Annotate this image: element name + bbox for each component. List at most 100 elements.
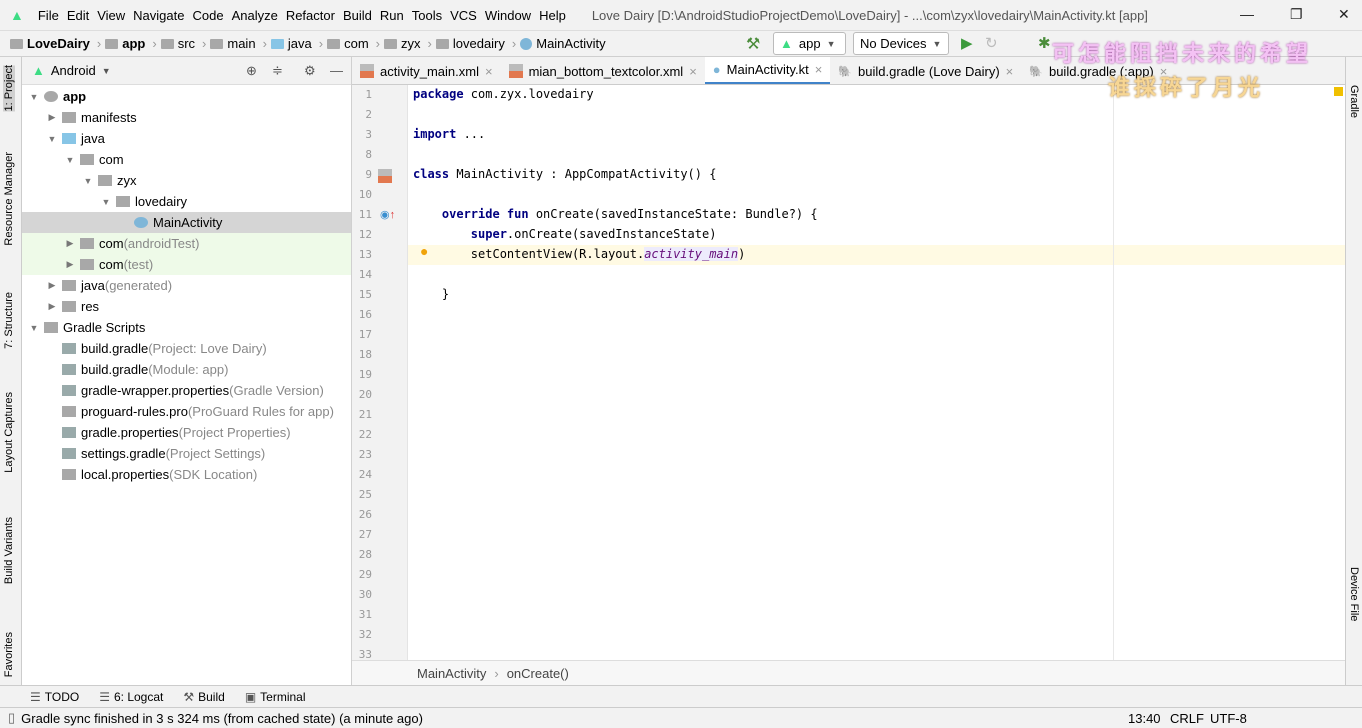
menu-navigate[interactable]: Navigate (129, 8, 188, 23)
editor-tab[interactable]: activity_main.xml × (352, 57, 501, 84)
debug-icon[interactable]: ✱ (1038, 34, 1051, 52)
tree-item[interactable]: ▼ com (22, 149, 351, 170)
run-icon[interactable]: ▶ (961, 34, 973, 52)
tool-window--logcat[interactable]: ☰ 6: Logcat (99, 690, 163, 704)
tree-item[interactable]: local.properties (SDK Location) (22, 464, 351, 485)
tool-tab--structure[interactable]: 7: Structure (3, 292, 15, 349)
menu-vcs[interactable]: VCS (446, 8, 481, 23)
chevron-down-icon[interactable]: ▼ (28, 92, 40, 102)
nav-crumb[interactable]: lovedairy › (435, 36, 516, 51)
tree-item[interactable]: build.gradle (Module: app) (22, 359, 351, 380)
maximize-button[interactable]: ❐ (1290, 6, 1303, 23)
tree-item[interactable]: ▶ manifests (22, 107, 351, 128)
run-config-label: app (798, 36, 821, 51)
nav-crumb[interactable]: app › (105, 36, 157, 51)
run-config-dropdown[interactable]: ▲ app ▼ (773, 32, 846, 55)
status-bar: ▯ Gradle sync finished in 3 s 324 ms (fr… (0, 707, 1362, 728)
locate-icon[interactable]: ⊕ (246, 63, 257, 79)
tree-item[interactable]: proguard-rules.pro (ProGuard Rules for a… (22, 401, 351, 422)
hide-icon[interactable]: — (330, 63, 343, 78)
editor-tab[interactable]: ● MainActivity.kt × (704, 57, 831, 84)
tool-tab-favorites[interactable]: Favorites (3, 632, 15, 677)
tool-window-build[interactable]: ⚒ Build (183, 690, 224, 704)
tree-item[interactable]: ▶ com (test) (22, 254, 351, 275)
override-gutter-icon[interactable]: ◉↑ (380, 208, 395, 221)
tree-item[interactable]: ▶ res (22, 296, 351, 317)
tree-item[interactable]: MainActivity (22, 212, 351, 233)
chevron-right-icon[interactable]: ▶ (46, 112, 58, 123)
nav-crumb[interactable]: LoveDairy › (10, 36, 101, 51)
tree-item[interactable]: ▼ lovedairy (22, 191, 351, 212)
line-separator[interactable]: CRLF (1170, 711, 1204, 726)
nav-crumb[interactable]: MainActivity (520, 36, 606, 51)
breadcrumb-class[interactable]: MainActivity (417, 666, 486, 681)
project-view-dropdown[interactable]: Android (51, 63, 96, 78)
close-tab-icon[interactable]: × (815, 62, 823, 77)
nav-crumb[interactable]: main › (210, 36, 267, 51)
code-editor[interactable]: 1 2 3 8 9 10 11 12 13 14 15 16 17 18 19 20 21 22 23 24 25 26 2… (352, 85, 1345, 660)
tool-window-todo[interactable]: ☰ TODO (30, 690, 79, 704)
menu-tools[interactable]: Tools (408, 8, 446, 23)
tool-tab-layout-captures[interactable]: Layout Captures (3, 392, 15, 473)
menu-refactor[interactable]: Refactor (282, 8, 339, 23)
apply-changes-icon[interactable]: ↻ (985, 34, 998, 52)
tree-item[interactable]: ▶ com (androidTest) (22, 233, 351, 254)
line-number: 19 (358, 368, 372, 381)
tool-tab--project[interactable]: 1: Project (3, 65, 15, 112)
chevron-right-icon[interactable]: ▶ (64, 238, 76, 249)
tree-item[interactable]: ▼ zyx (22, 170, 351, 191)
chevron-down-icon[interactable]: ▼ (46, 134, 58, 144)
close-tab-icon[interactable]: × (1006, 64, 1014, 79)
gear-icon[interactable]: ⚙ (304, 63, 316, 79)
tool-window-terminal[interactable]: ▣ Terminal (245, 690, 306, 704)
tree-item[interactable]: ▼ Gradle Scripts (22, 317, 351, 338)
editor-tab[interactable]: mian_bottom_textcolor.xml × (501, 57, 705, 84)
tree-item[interactable]: settings.gradle (Project Settings) (22, 443, 351, 464)
tree-item[interactable]: gradle.properties (Project Properties) (22, 422, 351, 443)
menu-analyze[interactable]: Analyze (228, 8, 282, 23)
menu-file[interactable]: File (34, 8, 63, 23)
chevron-right-icon[interactable]: ▶ (46, 301, 58, 312)
menu-code[interactable]: Code (188, 8, 227, 23)
build-hammer-icon[interactable]: ⚒ (746, 34, 760, 54)
nav-crumb[interactable]: com › (327, 36, 380, 51)
file-encoding[interactable]: UTF-8 (1210, 711, 1247, 726)
chevron-right-icon[interactable]: ▶ (46, 280, 58, 291)
menu-help[interactable]: Help (535, 8, 570, 23)
breadcrumb-method[interactable]: onCreate() (507, 666, 569, 681)
device-dropdown[interactable]: No Devices ▼ (853, 32, 949, 55)
tree-item[interactable]: ▼ java (22, 128, 351, 149)
layout-xml-gutter-icon[interactable] (378, 169, 392, 186)
close-button[interactable]: ✕ (1338, 6, 1350, 23)
device-file-tool-tab[interactable]: Device File (1348, 567, 1360, 621)
gradle-tool-tab[interactable]: Gradle (1348, 85, 1360, 118)
close-tab-icon[interactable]: × (689, 64, 697, 79)
tree-item[interactable]: build.gradle (Project: Love Dairy) (22, 338, 351, 359)
caret-position[interactable]: 13:40 (1128, 711, 1161, 726)
tree-item[interactable]: gradle-wrapper.properties (Gradle Versio… (22, 380, 351, 401)
chevron-right-icon[interactable]: ▶ (64, 259, 76, 270)
menu-window[interactable]: Window (481, 8, 535, 23)
chevron-down-icon[interactable]: ▼ (28, 323, 40, 333)
chevron-down-icon[interactable]: ▼ (100, 197, 112, 207)
tool-tab-resource-manager[interactable]: Resource Manager (3, 152, 15, 246)
editor-tab[interactable]: 🐘 build.gradle (Love Dairy) × (830, 57, 1021, 84)
collapse-all-icon[interactable]: ≑ (272, 63, 283, 79)
nav-crumb[interactable]: java › (270, 36, 323, 51)
tree-item[interactable]: ▼ app (22, 86, 351, 107)
tool-tab-build-variants[interactable]: Build Variants (3, 517, 15, 584)
menu-edit[interactable]: Edit (63, 8, 93, 23)
minimize-button[interactable]: — (1240, 6, 1254, 22)
menu-run[interactable]: Run (376, 8, 408, 23)
close-tab-icon[interactable]: × (485, 64, 493, 79)
nav-crumb[interactable]: src › (160, 36, 206, 51)
file-icon (134, 217, 148, 228)
chevron-down-icon[interactable]: ▼ (82, 176, 94, 186)
status-message[interactable]: Gradle sync finished in 3 s 324 ms (from… (21, 711, 423, 726)
chevron-down-icon[interactable]: ▼ (64, 155, 76, 165)
menu-view[interactable]: View (93, 8, 129, 23)
nav-crumb[interactable]: zyx › (384, 36, 432, 51)
menu-build[interactable]: Build (339, 8, 376, 23)
tree-item[interactable]: ▶ java (generated) (22, 275, 351, 296)
chevron-right-icon: › (375, 36, 381, 51)
